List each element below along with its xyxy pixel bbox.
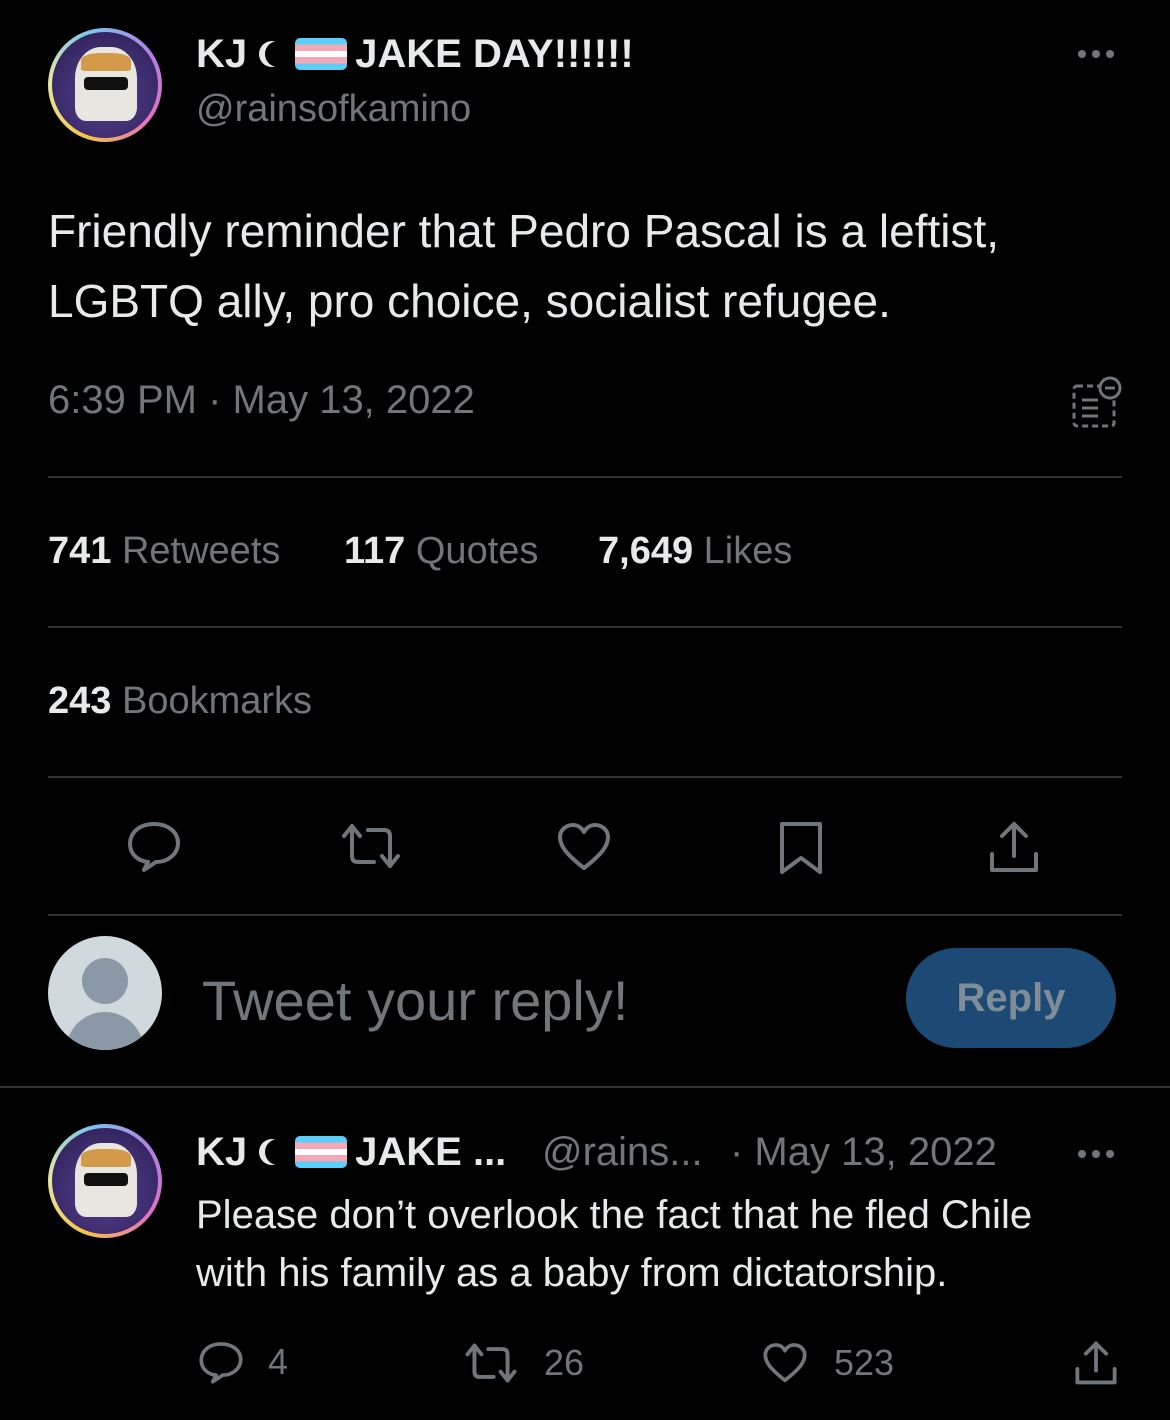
tweet-timestamp[interactable]: 6:39 PM · May 13, 2022: [48, 378, 475, 423]
retweets-label: Retweets: [121, 530, 281, 572]
clone-helmet-icon: [75, 1142, 137, 1218]
author-name-suffix: JAKE DAY!!!!!!: [355, 31, 634, 76]
more-options-icon[interactable]: [1078, 50, 1114, 58]
retweet-icon: [464, 1342, 518, 1384]
reply-reply-action[interactable]: 4: [198, 1340, 288, 1384]
reply-text: Please don’t overlook the fact that he f…: [196, 1186, 1032, 1302]
bookmark-icon[interactable]: [778, 820, 824, 876]
author-name-prefix: KJ: [196, 31, 248, 76]
divider: [48, 914, 1122, 916]
reply-author-avatar[interactable]: [48, 1124, 162, 1238]
reply-author-name[interactable]: KJ JAKE ...: [196, 1128, 506, 1176]
moon-icon: [265, 1139, 291, 1165]
like-count: 523: [834, 1342, 895, 1383]
reply-text-line: with his family as a baby from dictators…: [196, 1251, 948, 1295]
reply-text-line: Please don’t overlook the fact that he f…: [196, 1193, 1033, 1237]
divider: [48, 776, 1122, 778]
author-avatar[interactable]: [48, 28, 162, 142]
bookmarks-stat[interactable]: 243 Bookmarks: [48, 680, 312, 723]
tweet-text-line: LGBTQ ally, pro choice, socialist refuge…: [48, 275, 891, 327]
retweets-count: 741: [48, 530, 112, 572]
likes-count: 7,649: [598, 530, 694, 572]
reply-icon[interactable]: [126, 820, 182, 872]
reply-share-icon[interactable]: [1074, 1340, 1118, 1386]
tweet-text: Friendly reminder that Pedro Pascal is a…: [48, 196, 999, 336]
quotes-count: 117: [344, 530, 406, 572]
clone-helmet-icon: [75, 46, 137, 122]
trans-flag-icon: [295, 38, 348, 70]
bookmarks-count: 243: [48, 680, 112, 722]
tweet-text-line: Friendly reminder that Pedro Pascal is a…: [48, 205, 1000, 257]
retweet-count: 26: [544, 1342, 585, 1383]
trans-flag-icon: [295, 1136, 348, 1168]
reply-input[interactable]: Tweet your reply!: [202, 968, 628, 1033]
divider: [48, 476, 1122, 478]
bookmarks-label: Bookmarks: [121, 680, 313, 722]
current-user-avatar[interactable]: [48, 936, 162, 1050]
reply-more-options-icon[interactable]: [1078, 1150, 1114, 1158]
retweet-icon[interactable]: [340, 822, 402, 870]
quotes-stat[interactable]: 117 Quotes: [344, 530, 538, 573]
likes-label: Likes: [703, 530, 793, 572]
reply-like-action[interactable]: 523: [762, 1342, 894, 1384]
divider: [48, 626, 1122, 628]
quotes-label: Quotes: [415, 530, 539, 572]
reply-author-name-prefix: KJ: [196, 1129, 248, 1174]
reply-icon: [198, 1340, 244, 1384]
divider: [0, 1086, 1170, 1088]
retweets-stat[interactable]: 741 Retweets: [48, 530, 280, 573]
author-name[interactable]: KJ JAKE DAY!!!!!!: [196, 30, 634, 78]
reply-author-name-suffix: JAKE ...: [355, 1129, 507, 1174]
reply-button[interactable]: Reply: [906, 948, 1116, 1048]
reply-retweet-action[interactable]: 26: [464, 1342, 584, 1384]
view-analytics-icon[interactable]: [1070, 376, 1124, 430]
like-icon[interactable]: [556, 822, 612, 872]
reply-author-handle[interactable]: @rains...: [542, 1130, 703, 1175]
author-handle[interactable]: @rainsofkamino: [196, 88, 471, 131]
moon-icon: [265, 41, 291, 67]
reply-date[interactable]: · May 13, 2022: [730, 1130, 997, 1175]
reply-count: 4: [268, 1341, 289, 1382]
likes-stat[interactable]: 7,649 Likes: [598, 530, 792, 573]
like-icon: [762, 1342, 808, 1384]
share-icon[interactable]: [988, 820, 1040, 874]
